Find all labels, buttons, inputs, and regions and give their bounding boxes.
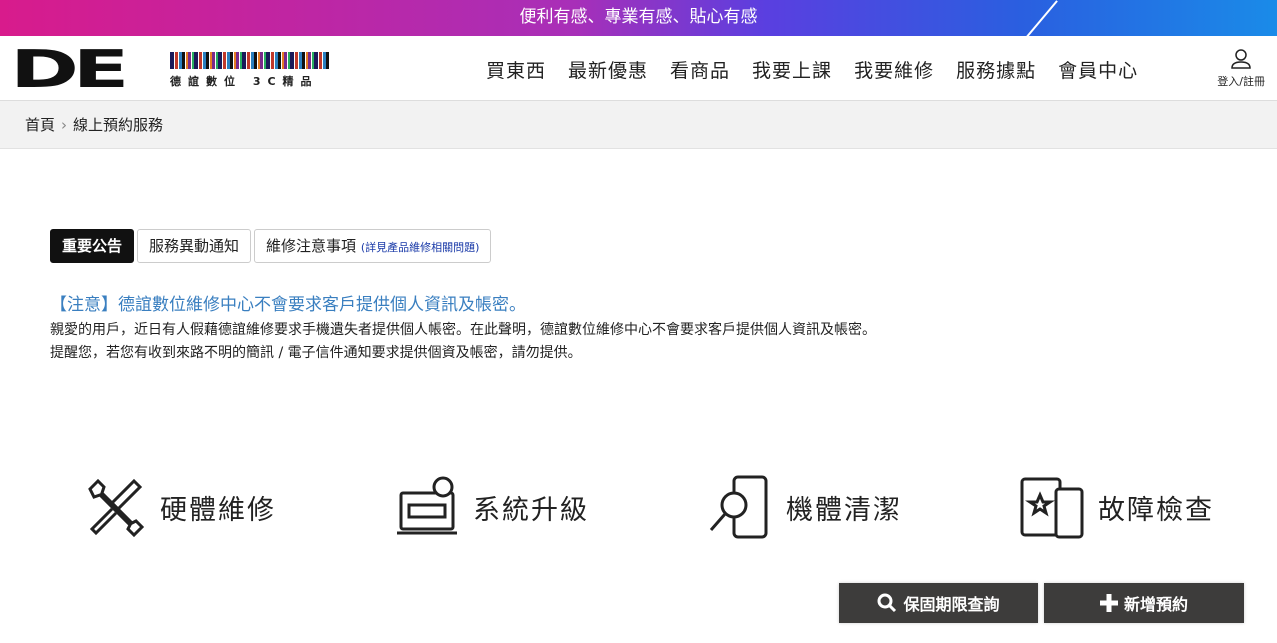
service-label: 故障檢查 xyxy=(1098,494,1214,526)
tab-service-changes[interactable]: 服務異動通知 xyxy=(137,229,252,263)
notice: 【注意】德誼數位維修中心不會要求客戶提供個人資訊及帳密。 親愛的用戶，近日有人假… xyxy=(50,290,876,365)
nav-member[interactable]: 會員中心 xyxy=(1058,56,1138,83)
header: DE 德誼數位 3C精品 買東西 最新優惠 看商品 我要上課 我要維修 服務據點… xyxy=(0,36,1277,101)
nav-classes[interactable]: 我要上課 xyxy=(752,56,832,83)
service-upgrade[interactable]: 系統升級 xyxy=(395,475,589,539)
button-label: 保固期限查詢 xyxy=(903,595,1000,614)
nav-buy[interactable]: 買東西 xyxy=(486,56,546,83)
warranty-query-button[interactable]: 保固期限查詢 xyxy=(839,583,1038,623)
breadcrumb-current: 線上預約服務 xyxy=(73,116,164,134)
phone-magnifier-icon xyxy=(709,475,768,539)
decor-slash xyxy=(1024,0,1058,36)
tab-label: 維修注意事項 xyxy=(266,237,357,255)
promo-banner[interactable]: 便利有感、專業有感、貼心有感 xyxy=(0,0,1277,36)
chevron-right-icon: › xyxy=(61,116,68,134)
tab-repair-notes[interactable]: 維修注意事項 (詳見產品維修相關問題) xyxy=(254,229,492,263)
breadcrumb-home[interactable]: 首頁 xyxy=(25,116,55,134)
user-icon xyxy=(1231,49,1251,69)
nav-products[interactable]: 看商品 xyxy=(670,56,730,83)
service-hardware[interactable]: 硬體維修 xyxy=(82,475,276,539)
nav-deals[interactable]: 最新優惠 xyxy=(568,56,648,83)
plus-icon xyxy=(1099,594,1118,612)
notice-tabs: 重要公告 服務異動通知 維修注意事項 (詳見產品維修相關問題) xyxy=(50,229,492,263)
notice-line: 親愛的用戶，近日有人假藉德誼維修要求手機遺失者提供個人帳密。在此聲明，德誼數位維… xyxy=(50,322,876,338)
logo[interactable]: DE 德誼數位 3C精品 xyxy=(10,40,330,100)
service-label: 系統升級 xyxy=(473,494,589,526)
service-label: 機體清潔 xyxy=(786,494,902,526)
slogan: 便利有感、專業有感、貼心有感 xyxy=(519,7,758,27)
tab-important[interactable]: 重要公告 xyxy=(50,229,135,263)
search-icon xyxy=(877,593,897,613)
tools-icon xyxy=(88,478,145,538)
laptop-sync-icon xyxy=(397,476,457,535)
service-diagnosis[interactable]: 故障檢查 xyxy=(1020,475,1214,539)
notice-title: 【注意】德誼數位維修中心不會要求客戶提供個人資訊及帳密。 xyxy=(50,295,526,315)
service-cleaning[interactable]: 機體清潔 xyxy=(708,475,902,539)
new-booking-button[interactable]: 新增預約 xyxy=(1044,583,1244,623)
logo-mark: DE xyxy=(10,40,129,100)
nav-locations[interactable]: 服務據點 xyxy=(956,56,1036,83)
login-label: 登入/註冊 xyxy=(1217,75,1265,88)
login-button[interactable]: 登入/註冊 xyxy=(1217,48,1265,89)
nav-repair[interactable]: 我要維修 xyxy=(854,56,934,83)
notice-line: 提醒您，若您有收到來路不明的簡訊 / 電子信件通知要求提供個資及帳密，請勿提供。 xyxy=(50,345,582,361)
tab-note[interactable]: (詳見產品維修相關問題) xyxy=(361,241,480,254)
button-label: 新增預約 xyxy=(1123,595,1188,614)
breadcrumb: 首頁 › 線上預約服務 xyxy=(0,101,1277,149)
main-nav: 買東西 最新優惠 看商品 我要上課 我要維修 服務據點 會員中心 xyxy=(486,56,1138,83)
devices-star-icon xyxy=(1020,477,1084,539)
service-label: 硬體維修 xyxy=(160,494,276,526)
